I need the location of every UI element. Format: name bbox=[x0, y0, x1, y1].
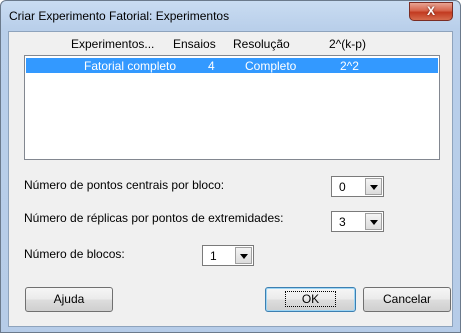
center-points-value: 0 bbox=[339, 180, 346, 194]
center-points-label: Número de pontos centrais por bloco: bbox=[24, 178, 225, 192]
cancel-button[interactable]: Cancelar bbox=[363, 287, 451, 312]
runs-cell: 4 bbox=[208, 59, 215, 73]
chevron-down-icon[interactable] bbox=[235, 247, 252, 264]
blocks-select[interactable]: 1 bbox=[202, 245, 254, 266]
design-name-cell: Fatorial completo bbox=[84, 59, 177, 73]
center-points-select[interactable]: 0 bbox=[331, 176, 384, 197]
resolution-cell: Completo bbox=[245, 59, 297, 73]
chevron-down-icon[interactable] bbox=[365, 178, 382, 195]
blocks-label: Número de blocos: bbox=[24, 247, 125, 261]
chevron-down-icon[interactable] bbox=[365, 213, 382, 230]
column-header-fraction: 2^(k-p) bbox=[329, 37, 366, 51]
designs-listbox[interactable]: Fatorial completo 4 Completo 2^2 bbox=[24, 55, 440, 160]
replicates-label: Número de réplicas por pontos de extremi… bbox=[24, 211, 284, 225]
title-bar[interactable]: Criar Experimento Fatorial: Experimentos… bbox=[1, 1, 460, 31]
replicates-select[interactable]: 3 bbox=[331, 211, 384, 232]
ok-button[interactable]: OK bbox=[265, 287, 356, 312]
replicates-value: 3 bbox=[339, 215, 346, 229]
column-header-resolution: Resolução bbox=[233, 37, 290, 51]
dialog-window: Criar Experimento Fatorial: Experimentos… bbox=[0, 0, 461, 333]
ok-button-label: OK bbox=[284, 291, 337, 307]
column-header-runs: Ensaios bbox=[173, 37, 216, 51]
column-header-experiments[interactable]: Experimentos... bbox=[71, 37, 154, 51]
fraction-cell: 2^2 bbox=[340, 59, 359, 73]
list-item[interactable]: Fatorial completo 4 Completo 2^2 bbox=[26, 58, 438, 73]
help-button[interactable]: Ajuda bbox=[25, 287, 113, 312]
window-title: Criar Experimento Fatorial: Experimentos bbox=[9, 9, 230, 23]
close-button[interactable]: X bbox=[409, 2, 453, 21]
blocks-value: 1 bbox=[210, 249, 217, 263]
